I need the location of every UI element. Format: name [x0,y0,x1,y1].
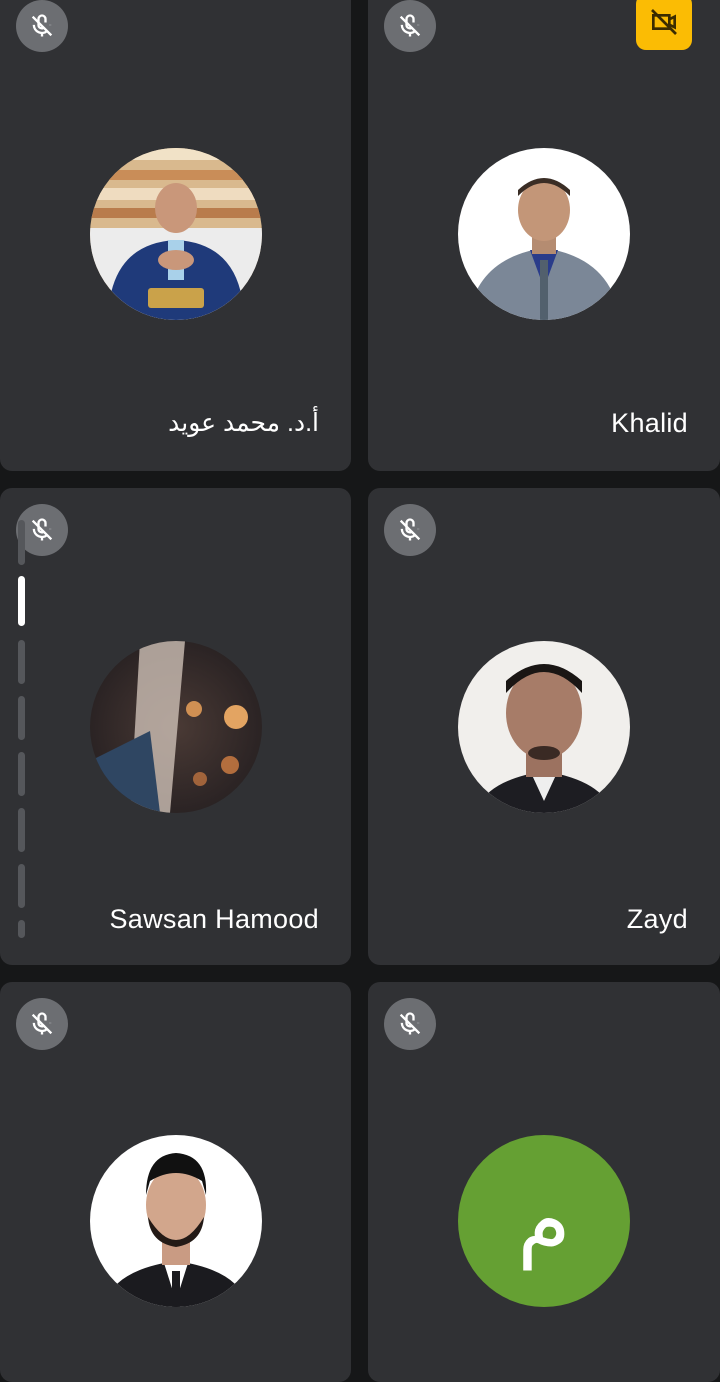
avatar [90,641,262,813]
avatar [90,1135,262,1307]
participant-tile[interactable]: Zayd [368,488,720,965]
participant-tile[interactable] [0,982,351,1382]
avatar: م [458,1135,630,1307]
participant-tile[interactable]: أ.د. محمد عويد [0,0,351,471]
avatar [458,148,630,320]
participant-name: Zayd [626,904,688,934]
participant-name: Sawsan Hamood [109,904,319,934]
avatar-initial: م [517,1171,571,1271]
video-off-icon [636,0,692,50]
mic-off-icon [16,0,68,52]
participant-name: أ.د. محمد عويد [168,409,319,437]
avatar [90,148,262,320]
mic-off-icon [384,504,436,556]
participant-tile[interactable]: م [368,982,720,1382]
mic-off-icon [16,998,68,1050]
participant-tile[interactable]: Sawsan Hamood [0,488,351,965]
avatar [458,641,630,813]
mic-off-icon [384,998,436,1050]
participant-tile[interactable]: Khalid [368,0,720,471]
participant-name: Khalid [611,408,688,438]
mic-off-icon [384,0,436,52]
